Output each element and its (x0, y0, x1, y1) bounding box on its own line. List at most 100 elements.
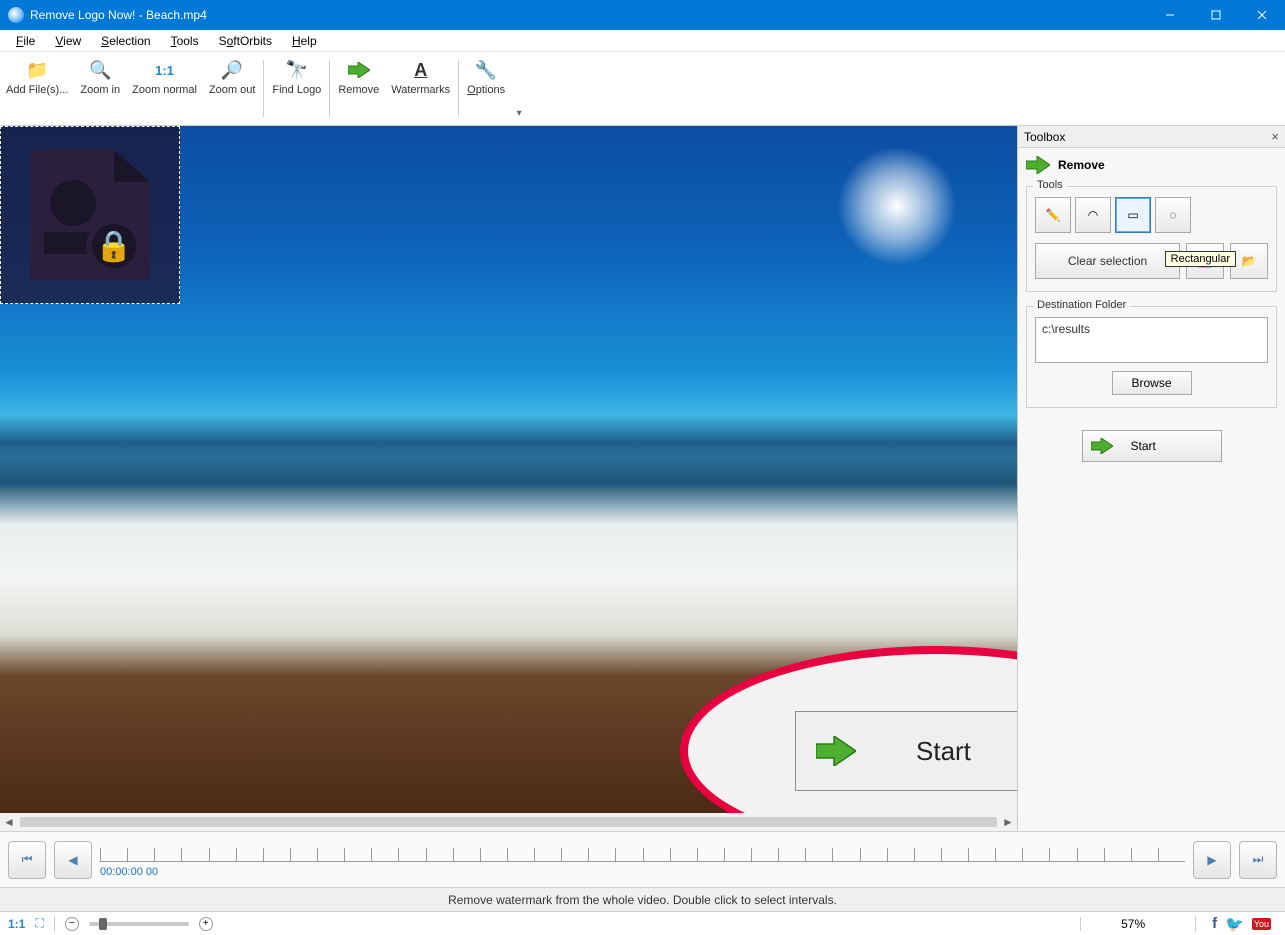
maximize-button[interactable] (1193, 0, 1239, 30)
zoom-11-icon: 1:1 (153, 58, 177, 82)
app-icon (8, 7, 24, 23)
toolbar: 📁 Add File(s)... 🔍 Zoom in 1:1 Zoom norm… (0, 52, 1285, 126)
horizontal-scrollbar[interactable]: ◄ ► (0, 813, 1017, 831)
scroll-right[interactable]: ► (999, 813, 1017, 831)
remove-label: Remove (338, 84, 379, 96)
binoculars-icon: 🔭 (285, 58, 309, 82)
twitter-icon[interactable]: 🐦 (1225, 915, 1244, 933)
arrow-icon (816, 736, 856, 766)
close-button[interactable] (1239, 0, 1285, 30)
step-forward-button[interactable]: ▶ (1193, 841, 1231, 879)
zoom-in-icon: 🔍 (88, 58, 112, 82)
remove-button[interactable]: Remove (332, 54, 385, 123)
wrench-icon: 🔧 (474, 58, 498, 82)
toolbox-panel: Toolbox × Remove Tools ✏️ ◠ ▭ ◌ Rectangu… (1017, 126, 1285, 831)
remove-header: Remove (1018, 148, 1285, 182)
toolbox-title: Toolbox (1024, 130, 1065, 144)
fit-icon[interactable]: ⛶ (35, 916, 43, 931)
toolbox-header: Toolbox × (1018, 126, 1285, 148)
tool-marker[interactable]: ✏️ (1035, 197, 1071, 233)
zoom-plus[interactable]: + (199, 917, 213, 931)
toolbar-overflow[interactable]: ▾ (511, 54, 527, 123)
facebook-icon[interactable]: f (1212, 915, 1217, 932)
arrow-icon (1026, 156, 1050, 174)
browse-button[interactable]: Browse (1112, 371, 1192, 395)
youtube-icon[interactable]: You (1252, 918, 1271, 930)
goto-start-button[interactable]: ⏮ (8, 841, 46, 879)
sun-glare (837, 146, 957, 266)
destination-fieldset: Destination Folder c:\results Browse (1026, 306, 1277, 408)
folder-icon: 📁 (25, 58, 49, 82)
toolbar-separator (263, 60, 264, 117)
window-title: Remove Logo Now! - Beach.mp4 (30, 8, 1147, 22)
toolbox-close[interactable]: × (1271, 129, 1279, 144)
options-button[interactable]: 🔧 Options (461, 54, 511, 123)
titlebar: Remove Logo Now! - Beach.mp4 (0, 0, 1285, 30)
zoom-percent: 57% (1080, 917, 1185, 931)
step-back-button[interactable]: ◀ (54, 841, 92, 879)
selection-rectangle[interactable]: 🔒 (0, 126, 180, 304)
status-bar: 1:1 ⛶ − + 57% f 🐦 You (0, 911, 1285, 935)
toolbar-separator (329, 60, 330, 117)
zoom-in-label: Zoom in (80, 84, 120, 96)
destination-path[interactable]: c:\results (1035, 317, 1268, 363)
tool-freeform[interactable]: ◌ (1155, 197, 1191, 233)
menu-tools[interactable]: Tools (163, 32, 207, 50)
zoom-out-button[interactable]: 🔎 Zoom out (203, 54, 261, 123)
tool-rectangular[interactable]: ▭ (1115, 197, 1151, 233)
goto-end-button[interactable]: ⏭ (1239, 841, 1277, 879)
remove-header-label: Remove (1058, 158, 1105, 172)
zoom-normal-label: Zoom normal (132, 84, 197, 96)
zoom-out-icon: 🔎 (220, 58, 244, 82)
zoom-minus[interactable]: − (65, 917, 79, 931)
text-icon: A (409, 58, 433, 82)
timeline: ⏮ ◀ 00:00:00 00 ▶ ⏭ (0, 831, 1285, 887)
timecode: 00:00:00 00 (100, 866, 158, 878)
hint-bar: Remove watermark from the whole video. D… (0, 887, 1285, 911)
start-button-large-label: Start (916, 736, 971, 767)
arrow-icon (1091, 438, 1113, 454)
destination-legend: Destination Folder (1033, 299, 1130, 311)
video-preview[interactable]: 🔒 Start (0, 126, 1017, 813)
timeline-ruler[interactable]: 00:00:00 00 (100, 840, 1185, 880)
menu-view[interactable]: View (47, 32, 89, 50)
clear-selection-button[interactable]: Clear selection (1035, 243, 1180, 279)
start-button-label: Start (1131, 439, 1156, 453)
window-controls (1147, 0, 1285, 30)
canvas-area: 🔒 Start ◄ ► (0, 126, 1017, 831)
start-button[interactable]: Start (1082, 430, 1222, 462)
arrow-icon (347, 58, 371, 82)
menu-selection[interactable]: Selection (93, 32, 158, 50)
watermarks-label: Watermarks (391, 84, 450, 96)
scroll-left[interactable]: ◄ (0, 813, 18, 831)
find-logo-button[interactable]: 🔭 Find Logo (266, 54, 327, 123)
zoom-in-button[interactable]: 🔍 Zoom in (74, 54, 126, 123)
locked-file-icon: 🔒 (30, 150, 150, 280)
start-button-large[interactable]: Start (795, 711, 1017, 791)
zoom-slider[interactable] (89, 922, 189, 926)
tool-eraser[interactable]: ◠ (1075, 197, 1111, 233)
menu-file[interactable]: File (8, 32, 43, 50)
find-logo-label: Find Logo (272, 84, 321, 96)
clear-selection-label: Clear selection (1068, 254, 1147, 268)
add-files-button[interactable]: 📁 Add File(s)... (0, 54, 74, 123)
zoom-normal-button[interactable]: 1:1 Zoom normal (126, 54, 203, 123)
minimize-button[interactable] (1147, 0, 1193, 30)
menu-help[interactable]: Help (284, 32, 325, 50)
tools-legend: Tools (1033, 179, 1067, 191)
browse-label: Browse (1131, 376, 1171, 390)
hint-text: Remove watermark from the whole video. D… (448, 893, 837, 907)
social-links: f 🐦 You (1206, 915, 1277, 933)
tools-fieldset: Tools ✏️ ◠ ▭ ◌ Rectangular Clear selecti… (1026, 186, 1277, 292)
menu-softorbits[interactable]: SoftOrbits (211, 32, 280, 50)
tooltip-rectangular: Rectangular (1165, 251, 1236, 267)
zoom-out-label: Zoom out (209, 84, 255, 96)
options-label: Options (467, 84, 505, 96)
menubar: File View Selection Tools SoftOrbits Hel… (0, 30, 1285, 52)
scroll-track[interactable] (20, 817, 997, 827)
watermarks-button[interactable]: A Watermarks (385, 54, 456, 123)
ratio-label: 1:1 (8, 917, 25, 931)
add-files-label: Add File(s)... (6, 84, 68, 96)
annotation-callout: Start (680, 646, 1017, 813)
toolbar-separator (458, 60, 459, 117)
